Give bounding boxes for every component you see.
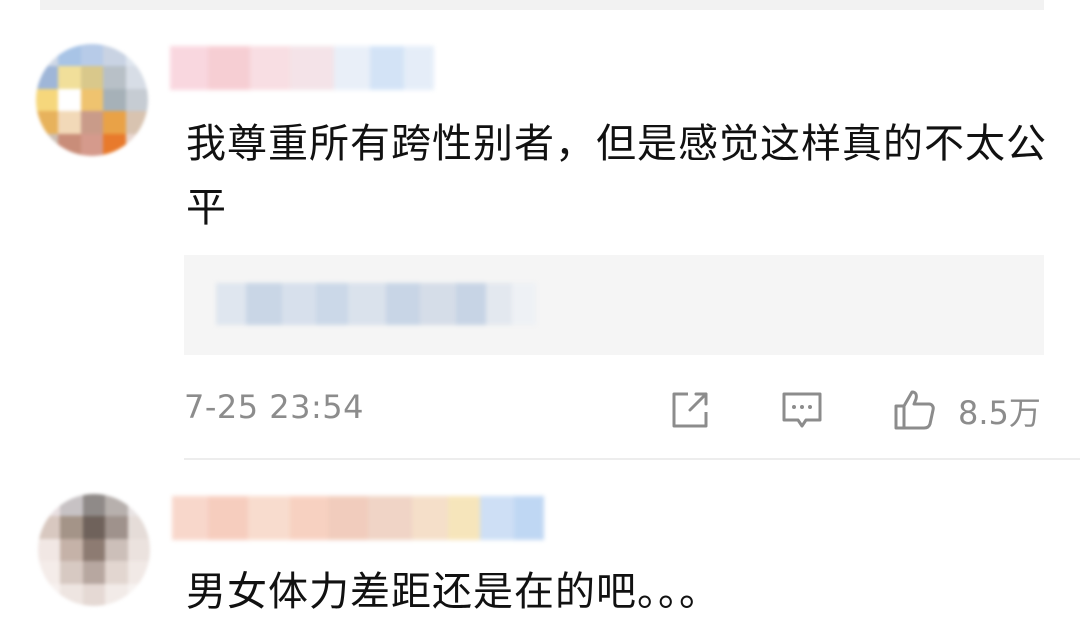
comment-text: 我尊重所有跨性别者，但是感觉这样真的不太公平 [186,121,1047,231]
comment-icon[interactable] [780,388,824,432]
comment-feed: 我尊重所有跨性别者，但是感觉这样真的不太公平 7-25 23:54 8.5万 男… [0,0,1080,626]
timestamp: 7-25 23:54 [184,388,365,426]
share-icon[interactable] [668,388,712,432]
like-icon[interactable] [892,388,936,432]
avatar[interactable] [36,44,148,156]
previous-item-edge [40,0,1044,10]
reply-preview-redacted [216,283,536,325]
comment-meta: 7-25 23:54 8.5万 [184,382,1044,438]
like-count: 8.5万 [958,394,1041,432]
username-redacted[interactable] [172,496,544,540]
comment-text: 男女体力差距还是在的吧。。。 [186,569,720,615]
avatar[interactable] [38,494,150,606]
username-redacted[interactable] [170,46,434,90]
reply-preview[interactable] [184,255,1044,355]
divider [184,458,1080,460]
